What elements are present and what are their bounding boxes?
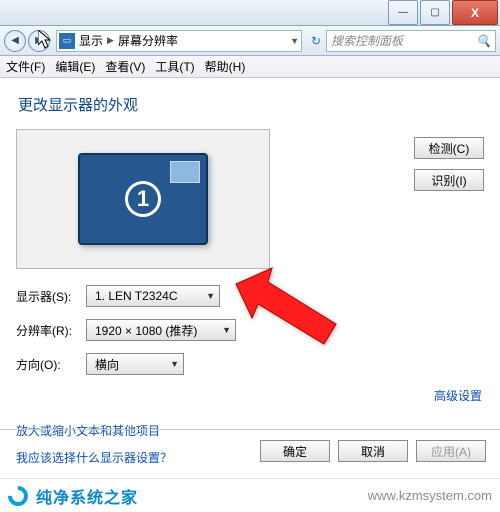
brand-name: 纯净系统之家 <box>36 484 138 508</box>
monitor-icon: ▭ <box>59 33 75 49</box>
window-titlebar: — ▢ X <box>0 0 500 26</box>
cancel-button[interactable]: 取消 <box>338 440 408 462</box>
advanced-settings-link[interactable]: 高级设置 <box>434 389 482 403</box>
minimize-button[interactable]: — <box>388 0 418 25</box>
menu-file[interactable]: 文件(F) <box>6 58 45 75</box>
display-select[interactable]: 1. LEN T2324C <box>86 285 220 307</box>
search-icon: 🔍 <box>476 34 491 48</box>
content-pane: 更改显示器的外观 1 检测(C) 识别(I) 显示器(S): 1. LEN T2… <box>0 78 500 466</box>
menu-view[interactable]: 查看(V) <box>105 58 145 75</box>
close-button[interactable]: X <box>452 0 498 25</box>
monitor-number: 1 <box>125 181 161 217</box>
menu-edit[interactable]: 编辑(E) <box>55 58 95 75</box>
refresh-button[interactable]: ↻ <box>306 34 326 48</box>
display-label: 显示器(S): <box>16 288 86 305</box>
chevron-right-icon: ▶ <box>107 35 114 46</box>
orientation-select[interactable]: 横向 <box>86 353 184 375</box>
breadcrumb[interactable]: ▭ 显示 ▶ 屏幕分辨率 ▼ <box>56 30 302 52</box>
detect-button[interactable]: 检测(C) <box>414 137 484 159</box>
monitor-1[interactable]: 1 <box>78 153 208 245</box>
crumb-resolution: 屏幕分辨率 <box>118 32 178 49</box>
back-button[interactable]: ◀ <box>4 30 26 52</box>
menu-bar: 文件(F) 编辑(E) 查看(V) 工具(T) 帮助(H) <box>0 56 500 78</box>
brand-logo-icon <box>4 481 32 509</box>
search-placeholder: 搜索控制面板 <box>331 32 403 49</box>
page-title: 更改显示器的外观 <box>18 94 484 115</box>
watermark: 纯净系统之家 www.kzmsystem.com <box>0 478 500 512</box>
forward-button[interactable]: ▶ <box>28 30 50 52</box>
resolution-select[interactable]: 1920 × 1080 (推荐) <box>86 319 236 341</box>
ok-button[interactable]: 确定 <box>260 440 330 462</box>
crumb-display: 显示 <box>79 32 103 49</box>
identify-button[interactable]: 识别(I) <box>414 169 484 191</box>
menu-tools[interactable]: 工具(T) <box>155 58 194 75</box>
orientation-label: 方向(O): <box>16 356 86 373</box>
window-icon <box>170 161 200 183</box>
search-input[interactable]: 搜索控制面板 🔍 <box>326 30 496 52</box>
apply-button[interactable]: 应用(A) <box>416 440 486 462</box>
maximize-button[interactable]: ▢ <box>420 0 450 25</box>
resolution-label: 分辨率(R): <box>16 322 86 339</box>
nav-bar: ◀ ▶ ▭ 显示 ▶ 屏幕分辨率 ▼ ↻ 搜索控制面板 🔍 <box>0 26 500 56</box>
dialog-footer: 确定 取消 应用(A) <box>0 429 500 472</box>
monitor-preview[interactable]: 1 <box>16 129 270 269</box>
menu-help[interactable]: 帮助(H) <box>205 58 246 75</box>
brand-url: www.kzmsystem.com <box>368 488 492 503</box>
